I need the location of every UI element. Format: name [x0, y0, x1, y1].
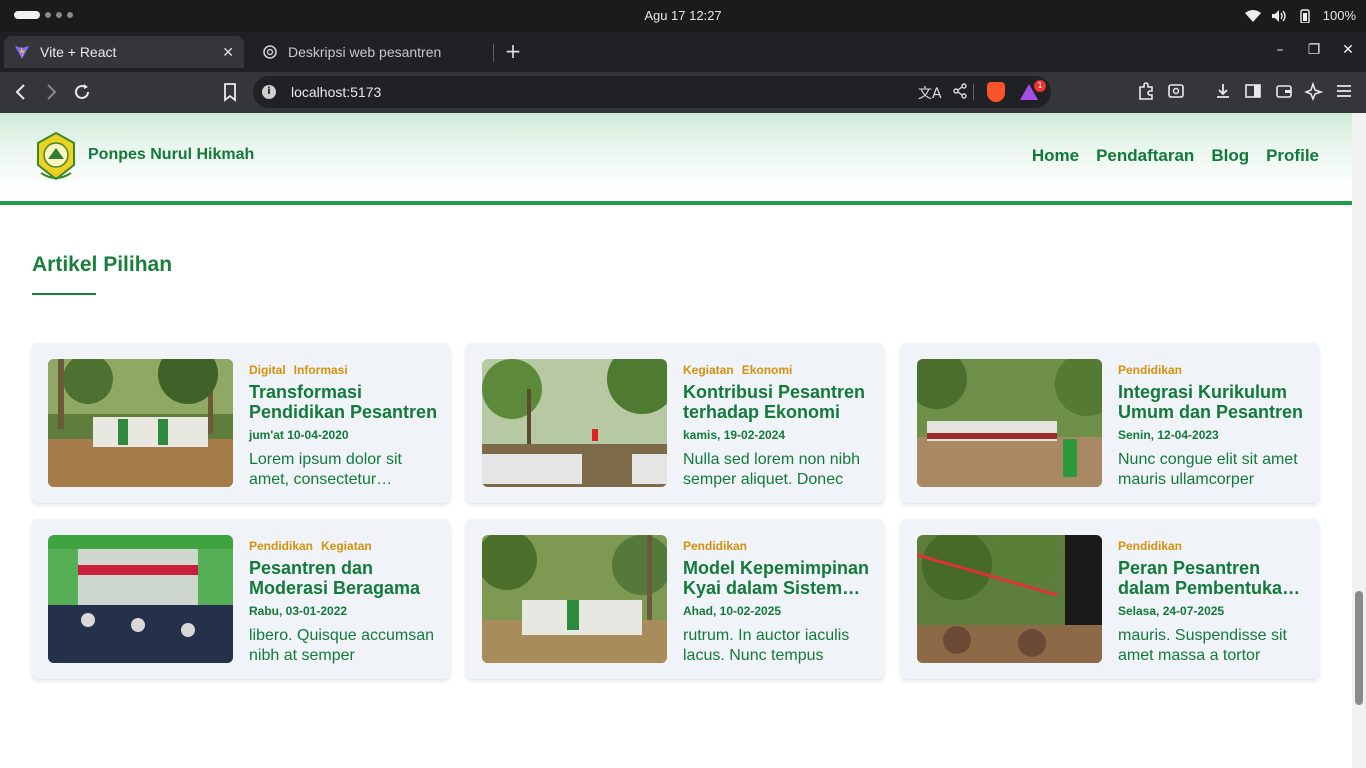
- brave-shields-icon[interactable]: [987, 82, 1005, 102]
- article-card[interactable]: Pendidikan Integrasi Kurikulum Umum dan …: [901, 343, 1319, 503]
- article-title[interactable]: Pesantren dan Moderasi Beragama: [249, 558, 439, 598]
- maximize-icon[interactable]: ❐: [1306, 42, 1322, 58]
- page-viewport: Ponpes Nurul Hikmah Home Pendaftaran Blo…: [0, 113, 1352, 768]
- site-header: Ponpes Nurul Hikmah Home Pendaftaran Blo…: [0, 113, 1352, 205]
- article-excerpt: Lorem ipsum dolor sit amet, consectetur …: [249, 451, 402, 488]
- article-date: Senin, 12-04-2023: [1118, 428, 1219, 442]
- close-tab-icon[interactable]: ✕: [222, 44, 234, 61]
- section-title: Artikel Pilihan: [32, 253, 173, 276]
- new-tab-button[interactable]: +: [502, 40, 524, 62]
- wifi-icon: [1244, 9, 1261, 22]
- article-title[interactable]: Peran Pesantren dalam Pembentukan Karakt…: [1118, 558, 1308, 598]
- url-text[interactable]: localhost:5173: [291, 84, 381, 100]
- scrollbar-thumb[interactable]: [1355, 591, 1363, 705]
- site-brand[interactable]: Ponpes Nurul Hikmah: [88, 146, 254, 164]
- main-nav: Home Pendaftaran Blog Profile: [1032, 146, 1319, 166]
- article-excerpt: libero. Quisque accumsan nibh at semper: [249, 627, 434, 664]
- translate-icon[interactable]: 文A: [918, 83, 942, 103]
- article-categories: Digital Informasi: [249, 363, 439, 379]
- forward-icon[interactable]: [40, 81, 62, 103]
- article-date: Ahad, 10-02-2025: [683, 604, 782, 618]
- volume-icon: [1271, 9, 1286, 22]
- article-card[interactable]: Pendidikan Kegiatan Pesantren dan Modera…: [32, 519, 450, 679]
- leo-ai-icon[interactable]: [1303, 81, 1325, 103]
- article-title[interactable]: Kontribusi Pesantren terhadap Ekonomi: [683, 382, 873, 422]
- nav-profile[interactable]: Profile: [1266, 146, 1319, 166]
- article-excerpt: mauris. Suspendisse sit amet massa a tor…: [1118, 627, 1287, 664]
- address-bar[interactable]: i localhost:5173 文A 1: [253, 76, 1051, 108]
- article-card[interactable]: Pendidikan Model Kepemimpinan Kyai dalam…: [466, 519, 884, 679]
- browser-tab-strip: Vite + React ✕ Deskripsi web pesantren +…: [0, 32, 1366, 72]
- category-tag[interactable]: Ekonomi: [742, 363, 793, 379]
- article-photo: [482, 535, 667, 663]
- reload-icon[interactable]: [71, 81, 93, 103]
- article-photo: [917, 359, 1102, 487]
- article-card[interactable]: Pendidikan Peran Pesantren dalam Pembent…: [901, 519, 1319, 679]
- tab-title: Deskripsi web pesantren: [288, 44, 442, 60]
- article-categories: Pendidikan: [1118, 539, 1308, 555]
- tab-deskripsi[interactable]: Deskripsi web pesantren: [252, 36, 496, 68]
- article-date: Selasa, 24-07-2025: [1118, 604, 1225, 618]
- article-categories: Pendidikan: [1118, 363, 1308, 379]
- share-icon[interactable]: [952, 83, 968, 103]
- site-info-icon[interactable]: i: [262, 85, 276, 99]
- vite-icon: [14, 44, 30, 60]
- category-tag[interactable]: Informasi: [294, 363, 348, 379]
- article-date: Rabu, 03-01-2022: [249, 604, 348, 618]
- article-excerpt: rutrum. In auctor iaculis lacus. Nunc te…: [683, 627, 850, 664]
- category-tag[interactable]: Pendidikan: [249, 539, 313, 555]
- article-photo: [917, 535, 1102, 663]
- article-card[interactable]: Kegiatan Ekonomi Kontribusi Pesantren te…: [466, 343, 884, 503]
- bookmark-icon[interactable]: [219, 81, 241, 103]
- minimize-icon[interactable]: –: [1272, 42, 1288, 58]
- article-date: jum'at 10-04-2020: [249, 428, 349, 442]
- window-controls: – ❐ ✕: [1272, 42, 1356, 58]
- tab-title: Vite + React: [40, 44, 117, 60]
- battery-icon: [1300, 8, 1310, 23]
- browser-toolbar: i localhost:5173 文A 1: [0, 72, 1366, 113]
- openai-icon: [262, 44, 278, 60]
- os-clock[interactable]: Agu 17 12:27: [0, 8, 1366, 23]
- back-icon[interactable]: [10, 81, 32, 103]
- article-title[interactable]: Transformasi Pendidikan Pesantren: [249, 382, 439, 422]
- article-categories: Pendidikan: [683, 539, 873, 555]
- extensions-icon[interactable]: [1135, 81, 1157, 103]
- battery-percent: 100%: [1322, 8, 1356, 23]
- article-title[interactable]: Integrasi Kurikulum Umum dan Pesantren: [1118, 382, 1308, 422]
- rewards-badge: 1: [1034, 80, 1046, 92]
- category-tag[interactable]: Digital: [249, 363, 286, 379]
- tab-separator: [493, 44, 494, 62]
- category-tag[interactable]: Kegiatan: [683, 363, 734, 379]
- section-underline: [32, 293, 96, 295]
- article-title[interactable]: Model Kepemimpinan Kyai dalam Sistem Pes…: [683, 558, 873, 598]
- article-card[interactable]: Digital Informasi Transformasi Pendidika…: [32, 343, 450, 503]
- sidebar-icon[interactable]: [1242, 81, 1264, 103]
- wallet-icon[interactable]: [1273, 81, 1295, 103]
- article-categories: Pendidikan Kegiatan: [249, 539, 439, 555]
- page-scrollbar[interactable]: [1352, 113, 1366, 768]
- menu-icon[interactable]: [1333, 81, 1355, 103]
- article-excerpt: Nulla sed lorem non nibh semper aliquet.…: [683, 451, 860, 488]
- category-tag[interactable]: Pendidikan: [1118, 363, 1182, 379]
- article-photo: [48, 359, 233, 487]
- nav-home[interactable]: Home: [1032, 146, 1079, 166]
- category-tag[interactable]: Pendidikan: [1118, 539, 1182, 555]
- article-categories: Kegiatan Ekonomi: [683, 363, 873, 379]
- article-photo: [48, 535, 233, 663]
- article-photo: [482, 359, 667, 487]
- download-icon[interactable]: [1212, 81, 1234, 103]
- omnibox-separator: [973, 84, 974, 100]
- nav-pendaftaran[interactable]: Pendaftaran: [1096, 146, 1194, 166]
- leo-sidebar-icon[interactable]: [1165, 81, 1187, 103]
- os-status-area[interactable]: 100%: [1244, 8, 1356, 23]
- pesantren-logo[interactable]: [33, 131, 79, 183]
- category-tag[interactable]: Pendidikan: [683, 539, 747, 555]
- os-top-bar: Agu 17 12:27 100%: [0, 0, 1366, 32]
- article-date: kamis, 19-02-2024: [683, 428, 786, 442]
- tab-vite-react[interactable]: Vite + React ✕: [4, 36, 244, 68]
- category-tag[interactable]: Kegiatan: [321, 539, 372, 555]
- close-window-icon[interactable]: ✕: [1340, 42, 1356, 58]
- article-excerpt: Nunc congue elit sit amet mauris ullamco…: [1118, 451, 1298, 488]
- nav-blog[interactable]: Blog: [1211, 146, 1249, 166]
